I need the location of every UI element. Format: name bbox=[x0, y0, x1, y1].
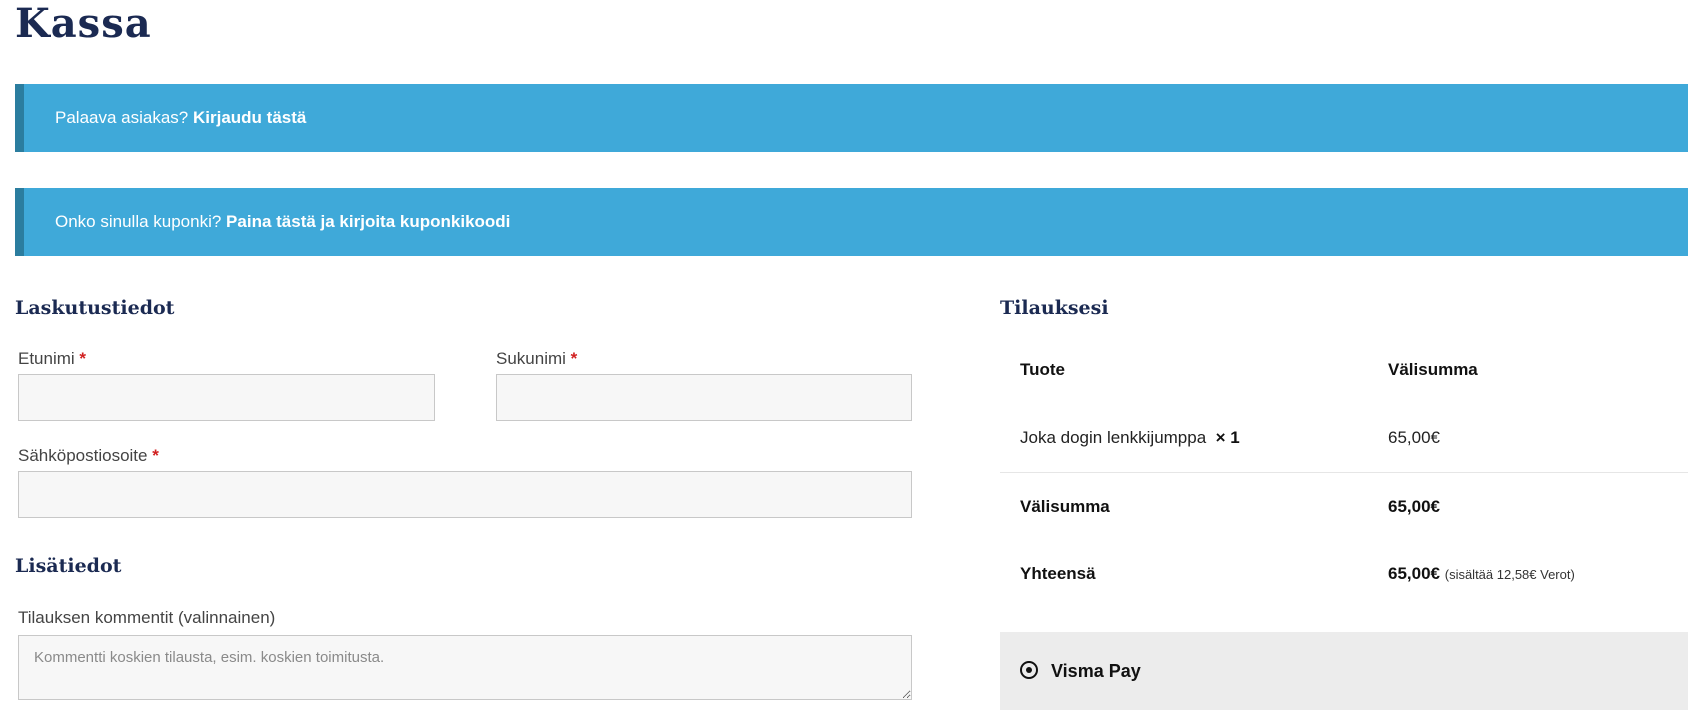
coupon-notice: Onko sinulla kuponki? Paina tästä ja kir… bbox=[15, 188, 1688, 256]
payment-method-option[interactable]: Visma Pay bbox=[1000, 632, 1688, 710]
email-label: Sähköpostiosoite * bbox=[18, 445, 159, 467]
order-total-row: Yhteensä 65,00€ (sisältää 12,58€ Verot) bbox=[1000, 540, 1688, 608]
product-column-header: Tuote bbox=[1020, 360, 1066, 379]
order-review-table: Tuote Välisumma Joka dogin lenkkijumppa … bbox=[1000, 336, 1688, 608]
order-header-row: Tuote Välisumma bbox=[1000, 336, 1688, 404]
required-mark: * bbox=[152, 446, 159, 465]
order-item-qty: × 1 bbox=[1215, 428, 1240, 447]
first-name-label-text: Etunimi bbox=[18, 349, 75, 368]
subtotal-label: Välisumma bbox=[1020, 497, 1110, 516]
comments-textarea[interactable] bbox=[18, 635, 912, 700]
payment-method-label[interactable]: Visma Pay bbox=[1051, 632, 1141, 710]
additional-heading: Lisätiedot bbox=[15, 555, 122, 577]
order-heading: Tilauksesi bbox=[1000, 297, 1109, 319]
login-notice: Palaava asiakas? Kirjaudu tästä bbox=[15, 84, 1688, 152]
total-label: Yhteensä bbox=[1020, 564, 1096, 583]
comments-label: Tilauksen kommentit (valinnainen) bbox=[18, 608, 276, 627]
subtotal-column-header: Välisumma bbox=[1388, 360, 1478, 379]
login-link[interactable]: Kirjaudu tästä bbox=[193, 108, 306, 127]
login-notice-text: Palaava asiakas? bbox=[55, 108, 193, 127]
tax-note: (sisältää 12,58€ Verot) bbox=[1444, 567, 1575, 582]
page-title: Kassa bbox=[15, 0, 152, 47]
required-mark: * bbox=[570, 349, 578, 368]
order-item-name-cell: Joka dogin lenkkijumppa × 1 bbox=[1020, 404, 1240, 472]
radio-selected-icon[interactable] bbox=[1020, 661, 1038, 679]
order-item-row: Joka dogin lenkkijumppa × 1 65,00€ bbox=[1000, 404, 1688, 472]
last-name-label: Sukunimi * bbox=[496, 348, 577, 370]
order-subtotal-row: Välisumma 65,00€ bbox=[1000, 472, 1688, 540]
total-cell: 65,00€ (sisältää 12,58€ Verot) bbox=[1388, 540, 1575, 609]
first-name-input[interactable] bbox=[18, 374, 435, 421]
last-name-input[interactable] bbox=[496, 374, 912, 421]
email-input[interactable] bbox=[18, 471, 912, 518]
required-mark: * bbox=[79, 349, 87, 368]
last-name-label-text: Sukunimi bbox=[496, 349, 566, 368]
order-item-name: Joka dogin lenkkijumppa bbox=[1020, 428, 1207, 447]
first-name-label: Etunimi * bbox=[18, 348, 86, 370]
coupon-link[interactable]: Paina tästä ja kirjoita kuponkikoodi bbox=[226, 212, 510, 231]
billing-heading: Laskutustiedot bbox=[15, 297, 175, 319]
order-item-subtotal: 65,00€ bbox=[1388, 428, 1440, 447]
coupon-notice-text: Onko sinulla kuponki? bbox=[55, 212, 227, 231]
email-label-text: Sähköpostiosoite bbox=[18, 446, 148, 465]
subtotal-value: 65,00€ bbox=[1388, 497, 1440, 516]
total-value: 65,00€ bbox=[1388, 564, 1440, 583]
